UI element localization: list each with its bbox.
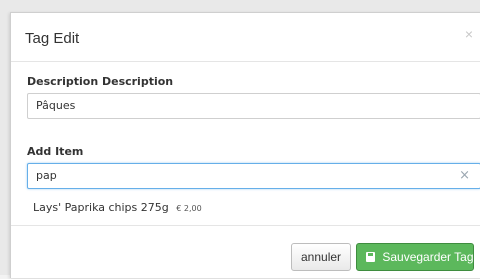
add-item-input[interactable]: pap × xyxy=(27,163,480,189)
result-price: € 2,00 xyxy=(176,204,202,213)
cancel-button[interactable]: annuler xyxy=(291,243,351,271)
modal-title: Tag Edit xyxy=(25,30,80,47)
result-name: Lays' Paprika chips 275g xyxy=(33,201,169,214)
add-item-value: pap xyxy=(36,169,57,182)
save-tag-label: Sauvegarder Tag xyxy=(382,250,474,264)
floppy-disk-icon xyxy=(366,252,375,262)
modal-header: Tag Edit × xyxy=(11,13,480,62)
close-icon[interactable]: × xyxy=(465,26,473,42)
description-value: Pâques xyxy=(36,99,76,112)
save-tag-button[interactable]: Sauvegarder Tag xyxy=(356,243,474,271)
modal-footer: annuler Sauvegarder Tag xyxy=(11,225,480,279)
description-input[interactable]: Pâques xyxy=(27,93,480,119)
description-label: Description Description xyxy=(27,75,174,88)
tag-edit-modal: Tag Edit × Description Description Pâque… xyxy=(10,12,480,278)
add-item-label: Add Item xyxy=(27,145,84,158)
search-result-item[interactable]: Lays' Paprika chips 275g € 2,00 xyxy=(33,201,202,214)
clear-icon[interactable]: × xyxy=(459,164,470,188)
